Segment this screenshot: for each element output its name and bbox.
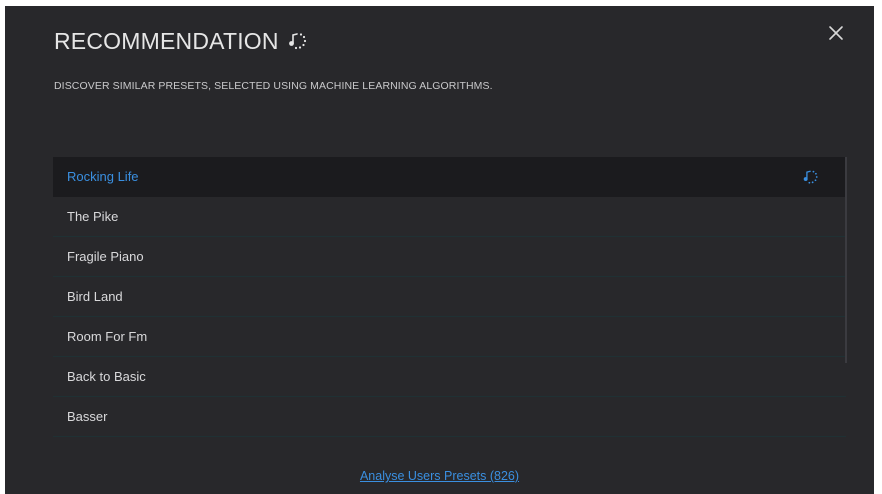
recommendation-note-icon xyxy=(287,30,309,52)
title-row: RECOMMENDATION xyxy=(54,23,309,59)
list-item[interactable]: Bird Land xyxy=(53,277,846,317)
preset-label: Basser xyxy=(67,409,108,424)
list-scrollbar[interactable] xyxy=(845,157,847,363)
preset-label: Fragile Piano xyxy=(67,249,144,264)
list-item[interactable]: Basser xyxy=(53,397,846,437)
preset-label: Rocking Life xyxy=(67,169,139,184)
list-item[interactable]: Fragile Piano xyxy=(53,237,846,277)
preset-label: Bird Land xyxy=(67,289,123,304)
list-item[interactable]: The Pike xyxy=(53,197,846,237)
dialog-title: RECOMMENDATION xyxy=(54,27,279,54)
preset-label: Room For Fm xyxy=(67,329,148,344)
recommendation-note-icon[interactable] xyxy=(802,168,820,189)
recommendation-dialog: RECOMMENDATION DISCOVER SIMILAR PRESETS,… xyxy=(5,6,874,494)
list-item[interactable]: Back to Basic xyxy=(53,357,846,397)
close-icon xyxy=(829,26,843,40)
analyse-users-presets-link[interactable]: Analyse Users Presets (826) xyxy=(5,469,874,483)
dialog-subtitle: DISCOVER SIMILAR PRESETS, SELECTED USING… xyxy=(54,80,493,92)
list-item[interactable]: Room For Fm xyxy=(53,317,846,357)
close-button[interactable] xyxy=(825,22,847,44)
list-item-selected[interactable]: Rocking Life xyxy=(53,157,846,197)
preset-label: The Pike xyxy=(67,209,119,224)
preset-label: Back to Basic xyxy=(67,369,146,384)
preset-list: Rocking Life The Pike Fragile Piano Bird… xyxy=(53,157,846,438)
